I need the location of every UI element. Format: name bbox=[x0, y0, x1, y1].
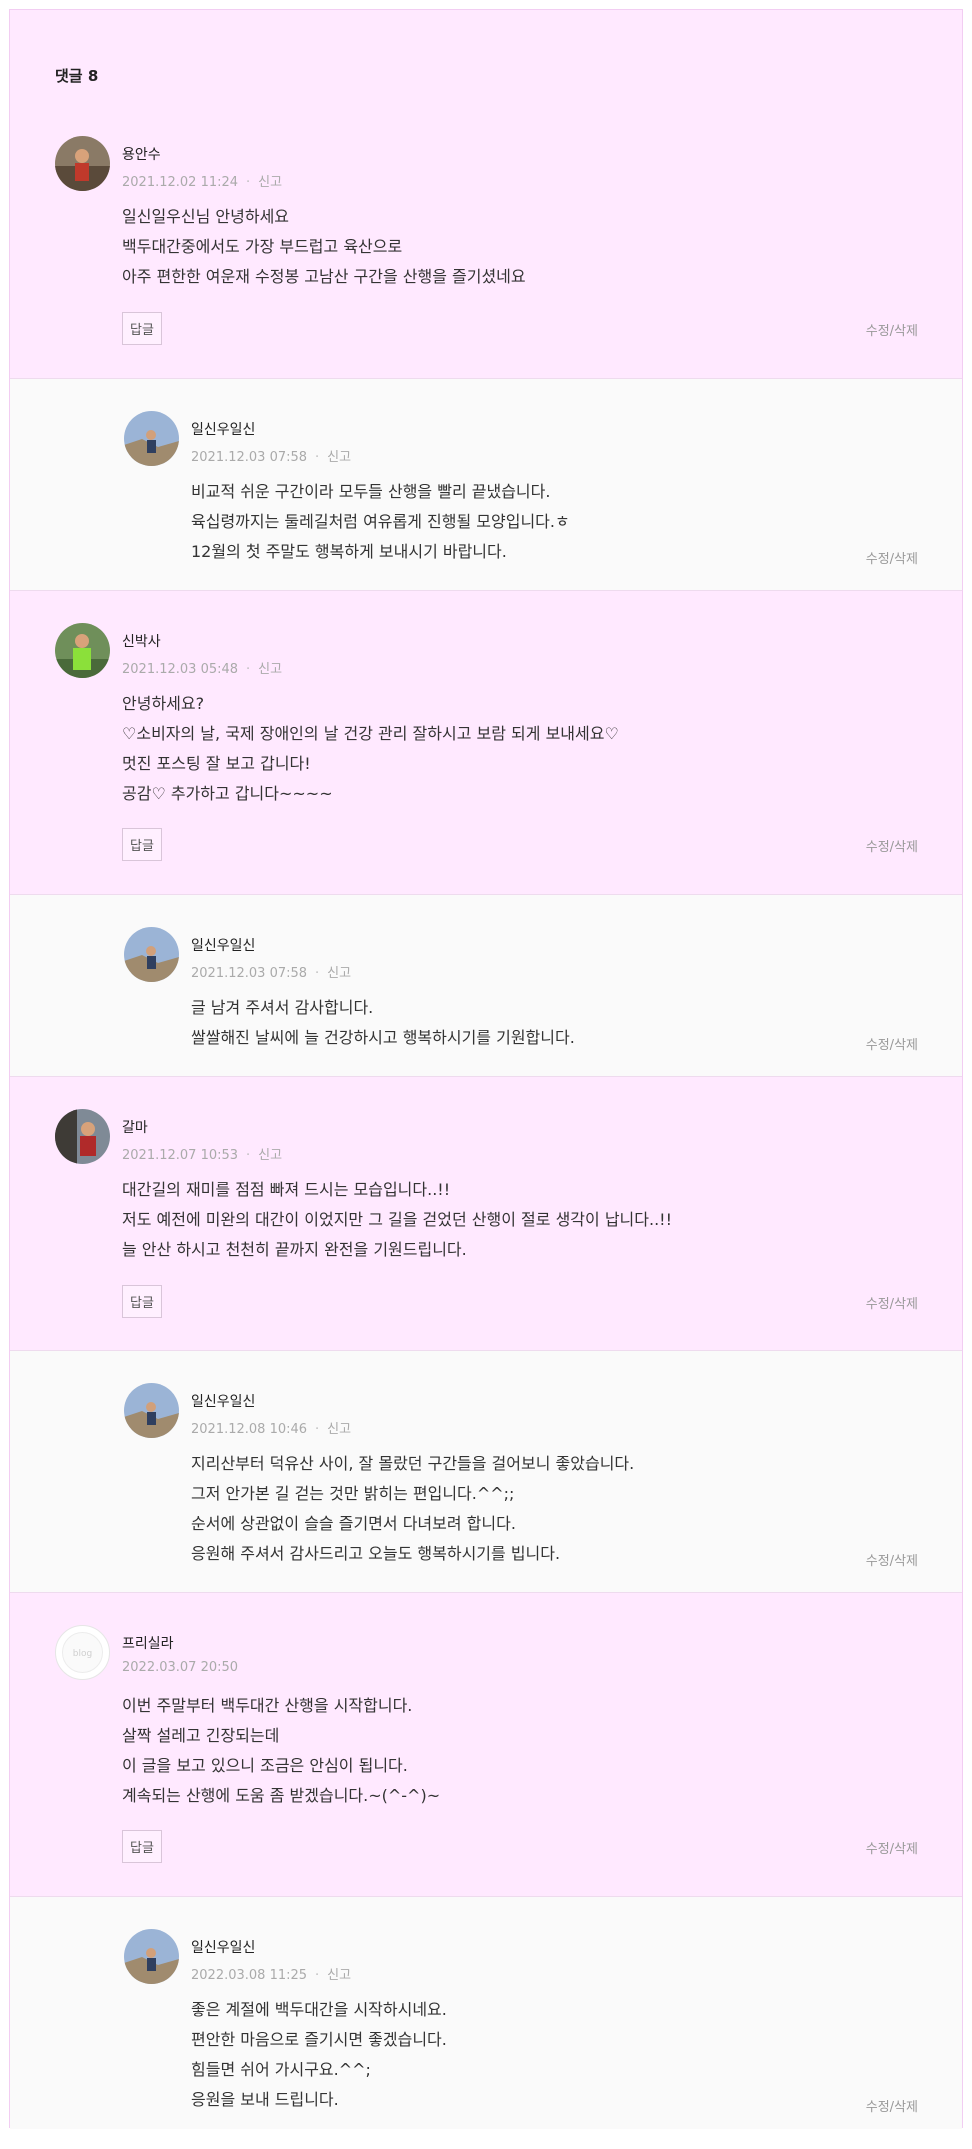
comment-body: 지리산부터 덕유산 사이, 잘 몰랐던 구간들을 걸어보니 좋았습니다. 그저 … bbox=[191, 1449, 634, 1569]
comment-meta: 2021.12.03 05:48 · 신고 bbox=[122, 662, 283, 677]
edit-delete-link[interactable]: 수정/삭제 bbox=[866, 2096, 918, 2115]
avatar[interactable] bbox=[124, 927, 179, 982]
comment-date: 2021.12.07 10:53 bbox=[122, 1148, 239, 1163]
comment-body: 글 남겨 주셔서 감사합니다. 쌀쌀해진 날씨에 늘 건강하시고 행복하시기를 … bbox=[191, 993, 575, 1053]
comment-line: 공감♡ 추가하고 갑니다~~~~ bbox=[122, 784, 333, 803]
comment-body: 좋은 계절에 백두대간을 시작하시네요. 편안한 마음으로 즐기시면 좋겠습니다… bbox=[191, 1995, 447, 2115]
comment-author[interactable]: 프리실라 bbox=[122, 1633, 174, 1653]
comment-line: 힘들면 쉬어 가시구요.^^; bbox=[191, 2060, 371, 2079]
reply-comment: 일신우일신 2021.12.03 07:58 · 신고 비교적 쉬운 구간이라 모두… bbox=[10, 378, 962, 591]
report-link[interactable]: 신고 bbox=[258, 175, 282, 190]
comments-section: 댓글 8 용안수 2021.12.02 11:24 · 신고 일신일우신님 안녕하세… bbox=[9, 9, 963, 2129]
comment-line: 계속되는 산행에 도움 좀 받겠습니다.~(^-^)~ bbox=[122, 1786, 441, 1805]
comment: 신박사 2021.12.03 05:48 · 신고 안녕하세요? ♡소비자의 날, … bbox=[10, 591, 962, 894]
comment-meta: 2022.03.08 11:25 · 신고 bbox=[191, 1968, 352, 1983]
comment-line: 이번 주말부터 백두대간 산행을 시작합니다. bbox=[122, 1696, 413, 1715]
avatar[interactable] bbox=[124, 1383, 179, 1438]
comment-line: 멋진 포스팅 잘 보고 갑니다! bbox=[122, 754, 311, 773]
comment-line: 일신일우신님 안녕하세요 bbox=[122, 207, 290, 226]
comment-line: 비교적 쉬운 구간이라 모두들 산행을 빨리 끝냈습니다. bbox=[191, 482, 551, 501]
comment-author[interactable]: 일신우일신 bbox=[191, 419, 255, 439]
comment: blog 프리실라 2022.03.07 20:50 이번 주말부터 백두대간 … bbox=[10, 1593, 962, 1896]
reply-comment: 일신우일신 2021.12.03 07:58 · 신고 글 남겨 주셔서 감사합니다… bbox=[10, 894, 962, 1077]
comment-author[interactable]: 일신우일신 bbox=[191, 935, 255, 955]
comment-line: 살짝 설레고 긴장되는데 bbox=[122, 1726, 280, 1745]
comment-line: 응원해 주셔서 감사드리고 오늘도 행복하시기를 빕니다. bbox=[191, 1544, 561, 1563]
report-link[interactable]: 신고 bbox=[327, 1968, 351, 1983]
comment-line: 좋은 계절에 백두대간을 시작하시네요. bbox=[191, 2000, 447, 2019]
comment-date: 2022.03.08 11:25 bbox=[191, 1968, 308, 1983]
comment-date: 2021.12.03 07:58 bbox=[191, 966, 308, 981]
reply-button[interactable]: 답글 bbox=[122, 312, 162, 345]
comment-line: 아주 편한한 여운재 수정봉 고남산 구간을 산행을 즐기셨네요 bbox=[122, 267, 526, 286]
comment-line: 순서에 상관없이 슬슬 즐기면서 다녀보려 합니다. bbox=[191, 1514, 516, 1533]
comment-line: 늘 안산 하시고 천천히 끝까지 완전을 기원드립니다. bbox=[122, 1240, 467, 1259]
comment-line: 대간길의 재미를 점점 빠져 드시는 모습입니다..!! bbox=[122, 1180, 451, 1199]
comment-meta: 2021.12.02 11:24 · 신고 bbox=[122, 175, 283, 190]
comment-author[interactable]: 갈마 bbox=[122, 1117, 148, 1137]
comment: 용안수 2021.12.02 11:24 · 신고 일신일우신님 안녕하세요 백두대… bbox=[10, 110, 962, 378]
edit-delete-link[interactable]: 수정/삭제 bbox=[866, 1838, 918, 1857]
report-link[interactable]: 신고 bbox=[258, 662, 282, 677]
comment-line: 쌀쌀해진 날씨에 늘 건강하시고 행복하시기를 기원합니다. bbox=[191, 1028, 575, 1047]
edit-delete-link[interactable]: 수정/삭제 bbox=[866, 1293, 918, 1312]
edit-delete-link[interactable]: 수정/삭제 bbox=[866, 1034, 918, 1053]
comment-body: 이번 주말부터 백두대간 산행을 시작합니다. 살짝 설레고 긴장되는데 이 글… bbox=[122, 1691, 440, 1811]
comments-count-title: 댓글 8 bbox=[55, 67, 99, 85]
comment-author[interactable]: 용안수 bbox=[122, 144, 161, 164]
reply-button[interactable]: 답글 bbox=[122, 828, 162, 861]
avatar[interactable] bbox=[124, 1929, 179, 1984]
reply-comment: 일신우일신 2021.12.08 10:46 · 신고 지리산부터 덕유산 사이, … bbox=[10, 1350, 962, 1593]
edit-delete-link[interactable]: 수정/삭제 bbox=[866, 320, 918, 339]
comment-date: 2021.12.08 10:46 bbox=[191, 1422, 308, 1437]
comment-body: 비교적 쉬운 구간이라 모두들 산행을 빨리 끝냈습니다. 육십령까지는 둘레길… bbox=[191, 477, 570, 567]
comment-date: 2021.12.03 05:48 bbox=[122, 662, 239, 677]
reply-button[interactable]: 답글 bbox=[122, 1830, 162, 1863]
comment-body: 안녕하세요? ♡소비자의 날, 국제 장애인의 날 건강 관리 잘하시고 보람 … bbox=[122, 689, 619, 809]
comment-line: 편안한 마음으로 즐기시면 좋겠습니다. bbox=[191, 2030, 447, 2049]
comment-author[interactable]: 신박사 bbox=[122, 631, 161, 651]
report-link[interactable]: 신고 bbox=[327, 1422, 351, 1437]
comment-meta: 2021.12.03 07:58 · 신고 bbox=[191, 966, 352, 981]
comment-line: ♡소비자의 날, 국제 장애인의 날 건강 관리 잘하시고 보람 되게 보내세요… bbox=[122, 724, 619, 743]
comment-meta: 2022.03.07 20:50 bbox=[122, 1660, 238, 1675]
avatar[interactable] bbox=[55, 623, 110, 678]
report-link[interactable]: 신고 bbox=[258, 1148, 282, 1163]
avatar[interactable] bbox=[55, 1109, 110, 1164]
comment-body: 대간길의 재미를 점점 빠져 드시는 모습입니다..!! 저도 예전에 미완의 … bbox=[122, 1175, 672, 1265]
comment-line: 응원을 보내 드립니다. bbox=[191, 2090, 339, 2109]
comment-author[interactable]: 일신우일신 bbox=[191, 1937, 255, 1957]
comment-line: 육십령까지는 둘레길처럼 여유롭게 진행될 모양입니다.ㅎ bbox=[191, 512, 570, 531]
comment-line: 지리산부터 덕유산 사이, 잘 몰랐던 구간들을 걸어보니 좋았습니다. bbox=[191, 1454, 635, 1473]
comment-line: 그저 안가본 길 걷는 것만 밝히는 편입니다.^^;; bbox=[191, 1484, 515, 1503]
edit-delete-link[interactable]: 수정/삭제 bbox=[866, 1550, 918, 1569]
edit-delete-link[interactable]: 수정/삭제 bbox=[866, 836, 918, 855]
comment-line: 글 남겨 주셔서 감사합니다. bbox=[191, 998, 374, 1017]
comment-line: 안녕하세요? bbox=[122, 694, 205, 713]
avatar[interactable] bbox=[124, 411, 179, 466]
avatar[interactable] bbox=[55, 136, 110, 191]
comment-line: 저도 예전에 미완의 대간이 이었지만 그 길을 걷었던 산행이 절로 생각이 … bbox=[122, 1210, 672, 1229]
reply-button[interactable]: 답글 bbox=[122, 1285, 162, 1318]
comment-body: 일신일우신님 안녕하세요 백두대간중에서도 가장 부드럽고 육산으로 아주 편한… bbox=[122, 202, 526, 292]
avatar[interactable]: blog bbox=[55, 1625, 110, 1680]
comment: 갈마 2021.12.07 10:53 · 신고 대간길의 재미를 점점 빠져 드시… bbox=[10, 1077, 962, 1350]
comment-line: 이 글을 보고 있으니 조금은 안심이 됩니다. bbox=[122, 1756, 408, 1775]
edit-delete-link[interactable]: 수정/삭제 bbox=[866, 548, 918, 567]
comment-line: 12월의 첫 주말도 행복하게 보내시기 바랍니다. bbox=[191, 542, 507, 561]
comment-date: 2021.12.03 07:58 bbox=[191, 450, 308, 465]
blog-placeholder-icon: blog bbox=[73, 1649, 92, 1659]
comment-meta: 2021.12.03 07:58 · 신고 bbox=[191, 450, 352, 465]
comment-date: 2021.12.02 11:24 bbox=[122, 175, 239, 190]
comment-date: 2022.03.07 20:50 bbox=[122, 1660, 239, 1675]
comment-line: 백두대간중에서도 가장 부드럽고 육산으로 bbox=[122, 237, 403, 256]
reply-comment: 일신우일신 2022.03.08 11:25 · 신고 좋은 계절에 백두대간을 시… bbox=[10, 1896, 962, 2129]
report-link[interactable]: 신고 bbox=[327, 966, 351, 981]
comment-meta: 2021.12.08 10:46 · 신고 bbox=[191, 1422, 352, 1437]
comment-author[interactable]: 일신우일신 bbox=[191, 1391, 255, 1411]
report-link[interactable]: 신고 bbox=[327, 450, 351, 465]
comment-meta: 2021.12.07 10:53 · 신고 bbox=[122, 1148, 283, 1163]
